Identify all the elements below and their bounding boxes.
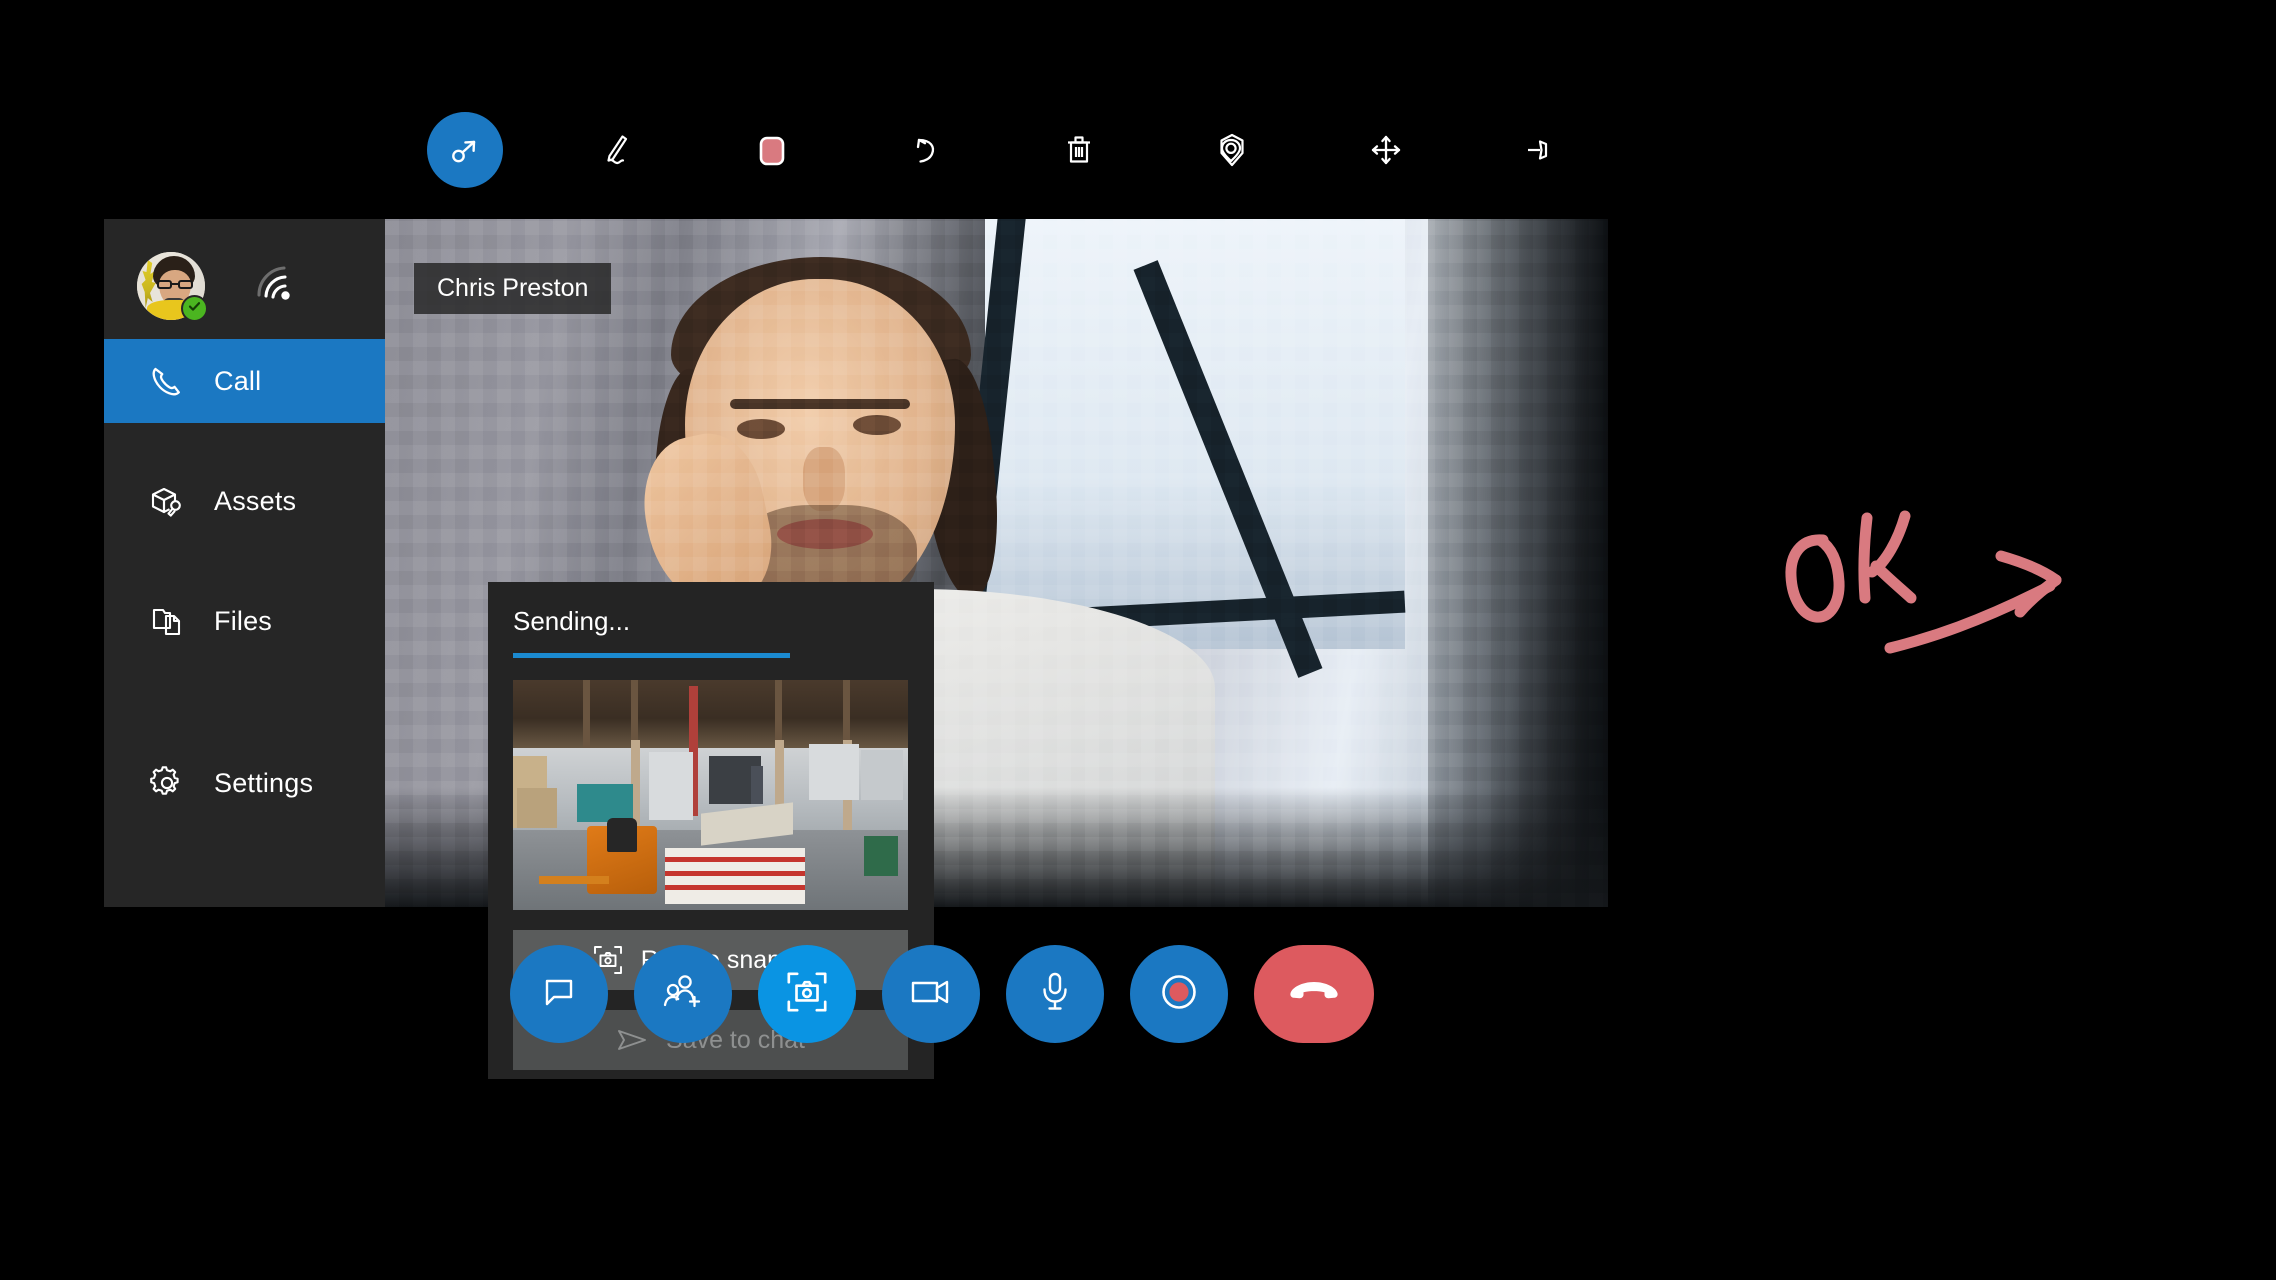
sidebar-header (104, 219, 385, 339)
sidebar-item-settings[interactable]: Settings (104, 741, 385, 825)
sidebar-item-label: Files (214, 605, 273, 636)
anchor-tool-button[interactable] (1194, 112, 1270, 188)
snapshot-status-label: Sending... (513, 606, 631, 636)
annotation-toolbar (427, 112, 1577, 188)
sidebar-item-files[interactable]: Files (104, 579, 385, 663)
call-controls-bar (510, 945, 1374, 1043)
add-people-button[interactable] (634, 945, 732, 1043)
sidebar-item-label: Settings (214, 767, 314, 798)
move-tool-button[interactable] (1348, 112, 1424, 188)
chat-button[interactable] (510, 945, 608, 1043)
snapshot-progress-fill (513, 653, 790, 658)
trash-icon (1061, 130, 1097, 170)
video-button[interactable] (882, 945, 980, 1043)
sidebar-item-label: Assets (214, 485, 297, 516)
avatar[interactable] (137, 252, 208, 322)
sidebar: Call Assets Files Settings (104, 219, 385, 907)
assets-box-icon (147, 481, 187, 521)
undo-tool-button[interactable] (887, 112, 963, 188)
status-badge (181, 295, 208, 322)
check-badge-icon (187, 299, 202, 319)
microphone-icon (1039, 970, 1071, 1019)
sidebar-item-call[interactable]: Call (104, 339, 385, 423)
sidebar-nav: Call Assets Files Settings (104, 339, 385, 825)
participant-name-tag: Chris Preston (414, 263, 612, 314)
color-swatch-icon (755, 130, 789, 170)
sidebar-item-label: Call (214, 365, 262, 396)
delete-tool-button[interactable] (1041, 112, 1117, 188)
record-dot-icon (1157, 970, 1201, 1019)
sidebar-item-assets[interactable]: Assets (104, 459, 385, 543)
end-call-button[interactable] (1254, 945, 1374, 1043)
pen-tool-button[interactable] (580, 112, 656, 188)
add-person-icon (661, 972, 705, 1017)
camera-frame-icon (786, 971, 828, 1018)
pushpin-icon (1519, 133, 1559, 167)
mic-button[interactable] (1006, 945, 1104, 1043)
screen-root: Call Assets Files Settings Chris Preston… (0, 0, 2276, 1280)
pin-tool-button[interactable] (1501, 112, 1577, 188)
cursor-select-icon (445, 130, 485, 170)
signal-strength-icon (254, 264, 300, 311)
color-tool-button[interactable] (734, 112, 810, 188)
files-icon (147, 601, 187, 641)
record-button[interactable] (1130, 945, 1228, 1043)
ink-annotation: OK (1760, 500, 2100, 685)
app-window: Call Assets Files Settings Chris Preston… (104, 219, 1608, 1079)
select-tool-button[interactable] (427, 112, 503, 188)
hang-up-phone-icon (1288, 977, 1340, 1012)
location-pin-icon (1212, 129, 1252, 171)
video-camera-icon (908, 975, 954, 1014)
phone-icon (147, 361, 187, 401)
gear-icon (147, 763, 187, 803)
snapshot-button[interactable] (758, 945, 856, 1043)
snapshot-thumbnail[interactable] (513, 680, 908, 910)
pen-icon (597, 129, 639, 171)
undo-icon (905, 130, 945, 170)
snapshot-progress-bar (513, 653, 908, 658)
chat-bubble-icon (539, 972, 579, 1017)
move-arrows-icon (1366, 130, 1406, 170)
